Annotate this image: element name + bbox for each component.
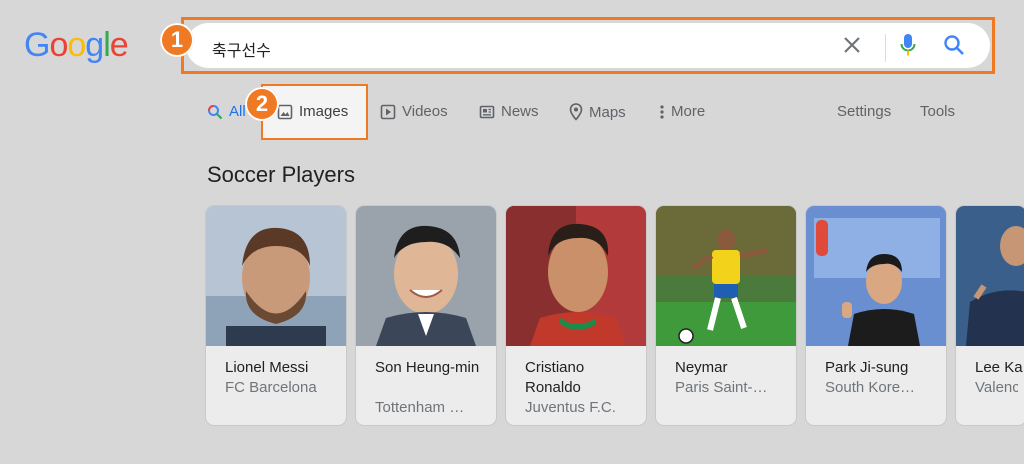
tab-label: Maps: [589, 103, 626, 121]
close-icon: [844, 37, 860, 53]
tab-more[interactable]: More: [659, 103, 705, 120]
search-icon: [944, 35, 964, 55]
tab-images[interactable]: Images: [277, 103, 348, 120]
player-name: Lionel Messi: [225, 359, 309, 376]
annotation-badge-1: 1: [160, 23, 194, 57]
tab-label: Videos: [402, 103, 448, 120]
player-team: South Kore…: [825, 379, 916, 396]
player-photo: [356, 206, 496, 346]
clear-button[interactable]: [840, 33, 864, 57]
player-card[interactable]: Lee Ka Valenc: [956, 206, 1024, 425]
player-team: Paris Saint-…: [675, 379, 768, 396]
news-icon: [479, 105, 495, 118]
tab-maps[interactable]: Maps: [569, 103, 626, 121]
microphone-icon: [900, 34, 916, 56]
player-card[interactable]: Lionel Messi FC Barcelona: [206, 206, 346, 425]
logo-letter: o: [49, 26, 68, 64]
player-photo: [506, 206, 646, 346]
player-team: Tottenham …: [375, 399, 465, 416]
player-name: Park Ji-sung: [825, 359, 909, 376]
more-vert-icon: [660, 104, 664, 119]
tab-label: All: [229, 103, 246, 120]
tools-label: Tools: [920, 103, 956, 120]
annotation-badge-2: 2: [245, 87, 279, 121]
player-card[interactable]: Cristiano Ronaldo Juventus F.C.: [506, 206, 646, 425]
player-name: Neymar: [675, 359, 728, 376]
google-logo[interactable]: Google: [24, 26, 129, 65]
image-icon: [277, 104, 293, 119]
player-name: Lee Ka: [975, 359, 1023, 376]
settings-link[interactable]: Settings: [837, 103, 891, 120]
tab-videos[interactable]: Videos: [380, 103, 448, 120]
player-photo: [206, 206, 346, 346]
search-divider: [885, 34, 886, 62]
player-card[interactable]: Neymar Paris Saint-…: [656, 206, 796, 425]
player-photo: [806, 206, 946, 346]
play-icon: [380, 104, 396, 119]
tools-link[interactable]: Tools: [920, 103, 955, 120]
logo-letter: e: [109, 26, 129, 64]
logo-letter: g: [85, 26, 104, 64]
player-team: FC Barcelona: [225, 379, 317, 396]
map-pin-icon: [569, 103, 583, 121]
player-photo: [656, 206, 796, 346]
player-team: Juventus F.C.: [525, 399, 616, 416]
player-card[interactable]: Park Ji-sung South Kore…: [806, 206, 946, 425]
tab-label: News: [501, 103, 539, 120]
section-title: Soccer Players: [207, 162, 355, 187]
player-photo: [956, 206, 1024, 346]
voice-search-button[interactable]: [896, 33, 920, 57]
logo-letter: o: [67, 26, 86, 64]
tab-label: Images: [299, 103, 349, 120]
player-name: Cristiano Ronaldo: [525, 359, 585, 396]
search-input[interactable]: 축구선수: [212, 37, 271, 61]
tab-label: More: [671, 103, 706, 120]
player-card[interactable]: Son Heung-min Tottenham …: [356, 206, 496, 425]
player-name: Son Heung-min: [375, 359, 480, 376]
search-highlight-box: 축구선수: [181, 17, 995, 74]
tab-all[interactable]: All: [207, 103, 246, 120]
logo-letter: G: [24, 26, 50, 64]
search-icon: [208, 104, 223, 119]
player-team: Valenc: [975, 379, 1018, 396]
search-submit-button[interactable]: [942, 33, 966, 57]
search-bar[interactable]: 축구선수: [186, 23, 990, 68]
settings-label: Settings: [837, 103, 892, 120]
tab-news[interactable]: News: [479, 103, 539, 120]
